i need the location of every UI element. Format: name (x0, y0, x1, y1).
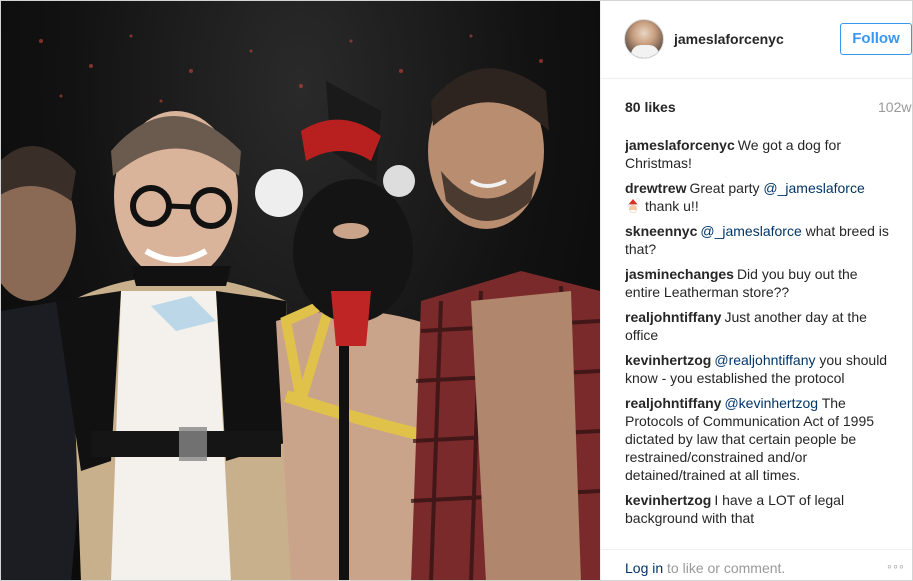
comment-username[interactable]: realjohntiffany (625, 309, 721, 325)
instagram-post-frame: jameslaforcenyc Follow 80 likes 102w jam… (0, 0, 913, 581)
login-prompt: Log in to like or comment. (625, 560, 785, 576)
comment-username[interactable]: kevinhertzog (625, 352, 711, 368)
comment: realjohntiffany @kevinhertzog The Protoco… (625, 394, 893, 484)
follow-button[interactable]: Follow (840, 23, 912, 55)
comment: realjohntiffany Just another day at the o… (625, 308, 893, 344)
avatar[interactable] (624, 19, 664, 59)
comment-username[interactable]: jameslaforcenyc (625, 137, 735, 153)
login-link[interactable]: Log in (625, 560, 663, 576)
comment: drewtrew Great party @_jameslaforce thank… (625, 179, 893, 215)
comment-username[interactable]: drewtrew (625, 180, 686, 196)
comment-username[interactable]: realjohntiffany (625, 395, 721, 411)
comment-mention[interactable]: @kevinhertzog (724, 395, 818, 411)
comment-text: Great party (689, 180, 764, 196)
party-photo-illustration (1, 34, 600, 580)
comment-username[interactable]: jasminechanges (625, 266, 734, 282)
comment: kevinhertzog @realjohntiffany you should … (625, 351, 893, 387)
comment: jameslaforcenyc We got a dog for Christma… (625, 136, 893, 172)
comment-text: thank u!! (645, 198, 699, 214)
comment-username[interactable]: kevinhertzog (625, 492, 711, 508)
comment-mention[interactable]: @realjohntiffany (714, 352, 815, 368)
login-suffix: to like or comment. (663, 560, 786, 576)
likes-row: 80 likes 102w (625, 99, 912, 117)
comments-list[interactable]: jameslaforcenyc We got a dog for Christma… (625, 136, 893, 534)
post-author-username[interactable]: jameslaforcenyc (674, 31, 784, 47)
comment: skneennyc @_jameslaforce what breed is th… (625, 222, 893, 258)
comment-mention[interactable]: @_jameslaforce (700, 223, 801, 239)
post-side-panel: jameslaforcenyc Follow 80 likes 102w jam… (600, 1, 912, 580)
comment-mention[interactable]: @_jameslaforce (763, 180, 864, 196)
comment-username[interactable]: skneennyc (625, 223, 697, 239)
likes-count[interactable]: 80 likes (625, 99, 676, 115)
comment: kevinhertzog I have a LOT of legal backgr… (625, 491, 893, 527)
more-options-icon[interactable]: ◦◦◦ (887, 558, 905, 574)
santa-emoji-icon (627, 198, 640, 213)
comment: jasminechanges Did you buy out the entire… (625, 265, 893, 301)
post-age[interactable]: 102w (878, 99, 911, 115)
post-header: jameslaforcenyc Follow (601, 1, 912, 79)
post-photo[interactable] (1, 1, 600, 580)
avatar-shirt (631, 45, 659, 58)
post-footer: Log in to like or comment. ◦◦◦ (601, 549, 912, 580)
